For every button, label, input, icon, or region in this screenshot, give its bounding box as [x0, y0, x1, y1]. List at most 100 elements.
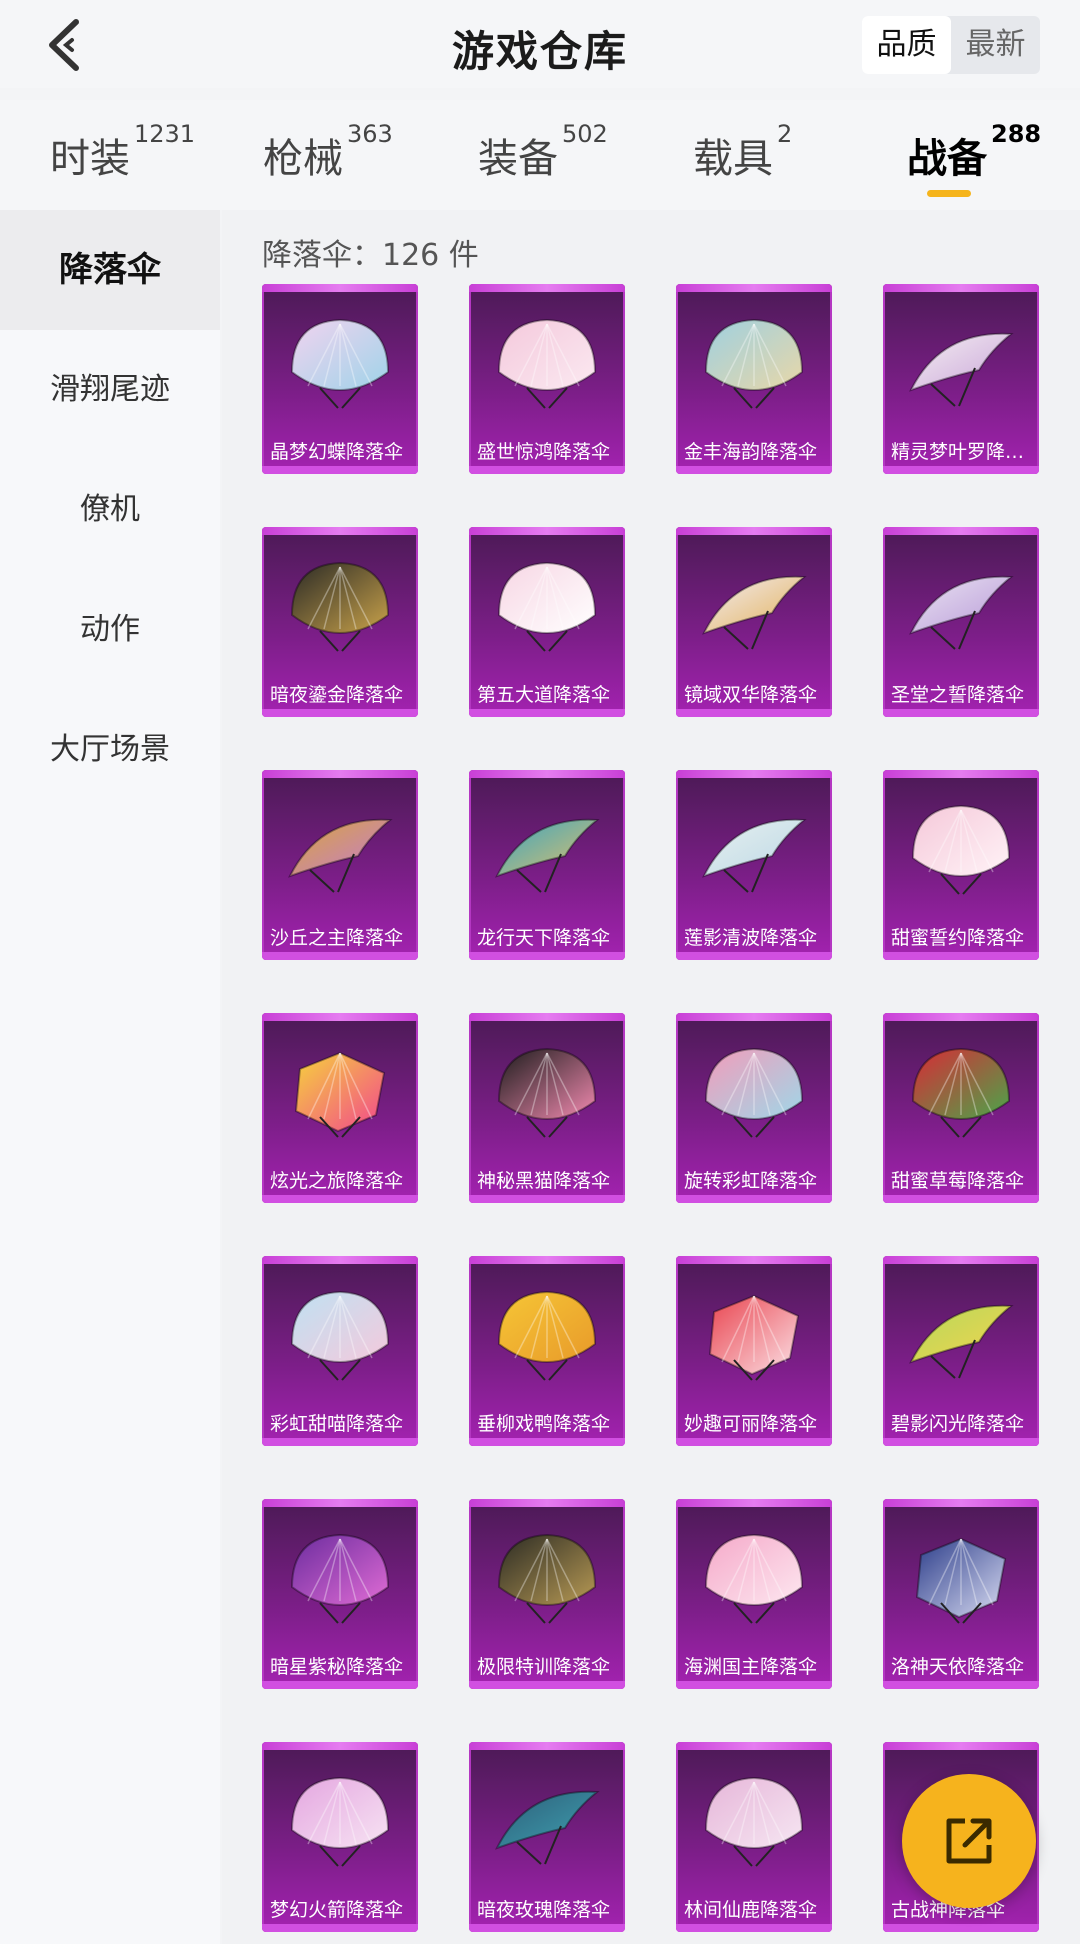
item-name: 盛世惊鸿降落伞: [477, 441, 611, 463]
card-top-highlight: [469, 527, 625, 535]
tab-vehicles[interactable]: 载具2: [693, 120, 792, 184]
card-top-highlight: [469, 1742, 625, 1750]
item-card[interactable]: 圣堂之誓降落伞: [883, 527, 1039, 717]
item-card[interactable]: 精灵梦叶罗降落伞: [883, 284, 1039, 474]
card-bottom-highlight: [883, 1681, 1039, 1689]
item-card[interactable]: 第五大道降落伞: [469, 527, 625, 717]
item-card[interactable]: 垂柳戏鸭降落伞: [469, 1256, 625, 1446]
card-bottom-highlight: [262, 1924, 418, 1932]
tab-count: 1231: [134, 120, 196, 148]
wing-parachute-icon: [495, 818, 600, 893]
card-bottom-highlight: [469, 466, 625, 474]
item-card[interactable]: 盛世惊鸿降落伞: [469, 284, 625, 474]
card-bottom-highlight: [469, 1681, 625, 1689]
item-card[interactable]: 甜蜜草莓降落伞: [883, 1013, 1039, 1203]
card-top-highlight: [469, 284, 625, 292]
item-card[interactable]: 林间仙鹿降落伞: [676, 1742, 832, 1932]
sidebar-item-wingman[interactable]: 僚机: [0, 450, 220, 570]
sidebar-item-parachute[interactable]: 降落伞: [0, 210, 220, 330]
item-card[interactable]: 晶梦幻蝶降落伞: [262, 284, 418, 474]
sidebar-item-glide-trail[interactable]: 滑翔尾迹: [0, 330, 220, 450]
item-name: 炫光之旅降落伞: [270, 1170, 404, 1192]
card-bottom-highlight: [469, 1924, 625, 1932]
item-name: 林间仙鹿降落伞: [684, 1899, 818, 1921]
wing-parachute-icon: [495, 1790, 600, 1865]
card-bottom-highlight: [676, 952, 832, 960]
wing-parachute-icon: [909, 1304, 1014, 1379]
item-name: 旋转彩虹降落伞: [684, 1170, 818, 1192]
umbrella-parachute-icon: [704, 1047, 804, 1138]
sort-latest-button[interactable]: 最新: [951, 16, 1040, 74]
card-bottom-highlight: [262, 1681, 418, 1689]
tab-label: 载具: [693, 136, 773, 182]
sidebar-item-lobby-scene[interactable]: 大厅场景: [0, 690, 220, 810]
card-top-highlight: [676, 527, 832, 535]
item-card[interactable]: 莲影清波降落伞: [676, 770, 832, 960]
item-card[interactable]: 沙丘之主降落伞: [262, 770, 418, 960]
card-top-highlight: [883, 284, 1039, 292]
card-top-highlight: [262, 527, 418, 535]
tab-guns[interactable]: 枪械363: [263, 120, 393, 184]
item-name: 龙行天下降落伞: [477, 927, 611, 949]
shell-parachute-icon: [704, 318, 804, 409]
card-bottom-highlight: [262, 466, 418, 474]
item-card[interactable]: 梦幻火箭降落伞: [262, 1742, 418, 1932]
item-card[interactable]: 碧影闪光降落伞: [883, 1256, 1039, 1446]
card-top-highlight: [262, 284, 418, 292]
item-name: 莲影清波降落伞: [684, 927, 818, 949]
card-bottom-highlight: [883, 952, 1039, 960]
card-top-highlight: [676, 1256, 832, 1264]
item-card[interactable]: 彩虹甜喵降落伞: [262, 1256, 418, 1446]
card-bottom-highlight: [262, 1195, 418, 1203]
item-card[interactable]: 龙行天下降落伞: [469, 770, 625, 960]
tab-fashion[interactable]: 时装1231: [50, 120, 195, 184]
item-card[interactable]: 暗星紫秘降落伞: [262, 1499, 418, 1689]
tab-count: 363: [347, 120, 393, 148]
card-bottom-highlight: [469, 1195, 625, 1203]
item-card[interactable]: 暗夜鎏金降落伞: [262, 527, 418, 717]
black-gold-parachute-icon: [497, 1533, 597, 1624]
card-bottom-highlight: [883, 1924, 1039, 1932]
item-card[interactable]: 暗夜玫瑰降落伞: [469, 1742, 625, 1932]
card-bottom-highlight: [883, 1438, 1039, 1446]
item-name: 暗星紫秘降落伞: [270, 1656, 404, 1678]
item-card[interactable]: 金丰海韵降落伞: [676, 284, 832, 474]
card-top-highlight: [262, 1499, 418, 1507]
jellyfish-parachute-icon: [497, 318, 597, 409]
tab-count: 288: [991, 120, 1042, 148]
card-bottom-highlight: [469, 952, 625, 960]
item-card[interactable]: 洛神天依降落伞: [883, 1499, 1039, 1689]
round-parachute-icon: [290, 1533, 390, 1624]
round-parachute-icon: [290, 1290, 390, 1381]
tab-label: 枪械: [263, 136, 343, 182]
sort-quality-button[interactable]: 品质: [862, 16, 951, 74]
item-name: 碧影闪光降落伞: [891, 1413, 1025, 1435]
sidebar-item-emote[interactable]: 动作: [0, 570, 220, 690]
item-card[interactable]: 极限特训降落伞: [469, 1499, 625, 1689]
item-card[interactable]: 神秘黑猫降落伞: [469, 1013, 625, 1203]
tab-equipment[interactable]: 装备502: [478, 120, 608, 184]
tab-gear[interactable]: 战备288: [907, 120, 1041, 197]
card-top-highlight: [883, 1013, 1039, 1021]
item-name: 海渊国主降落伞: [684, 1656, 818, 1678]
item-name: 精灵梦叶罗降落伞: [891, 441, 1033, 463]
card-top-highlight: [262, 1256, 418, 1264]
card-bottom-highlight: [469, 1438, 625, 1446]
top-bar: 游戏仓库 品质 最新: [0, 0, 1080, 88]
card-top-highlight: [262, 1742, 418, 1750]
card-bottom-highlight: [676, 1438, 832, 1446]
item-card[interactable]: 甜蜜誓约降落伞: [883, 770, 1039, 960]
round-parachute-icon: [704, 1776, 804, 1867]
item-card[interactable]: 镜域双华降落伞: [676, 527, 832, 717]
item-name: 梦幻火箭降落伞: [270, 1899, 404, 1921]
item-card[interactable]: 炫光之旅降落伞: [262, 1013, 418, 1203]
item-card[interactable]: 旋转彩虹降落伞: [676, 1013, 832, 1203]
lace-parachute-icon: [911, 804, 1011, 895]
card-bottom-highlight: [262, 1438, 418, 1446]
item-card[interactable]: 海渊国主降落伞: [676, 1499, 832, 1689]
share-button[interactable]: [902, 1774, 1036, 1908]
card-top-highlight: [676, 1013, 832, 1021]
item-card[interactable]: 妙趣可丽降落伞: [676, 1256, 832, 1446]
plaid-parachute-icon: [497, 561, 597, 652]
card-bottom-highlight: [262, 709, 418, 717]
